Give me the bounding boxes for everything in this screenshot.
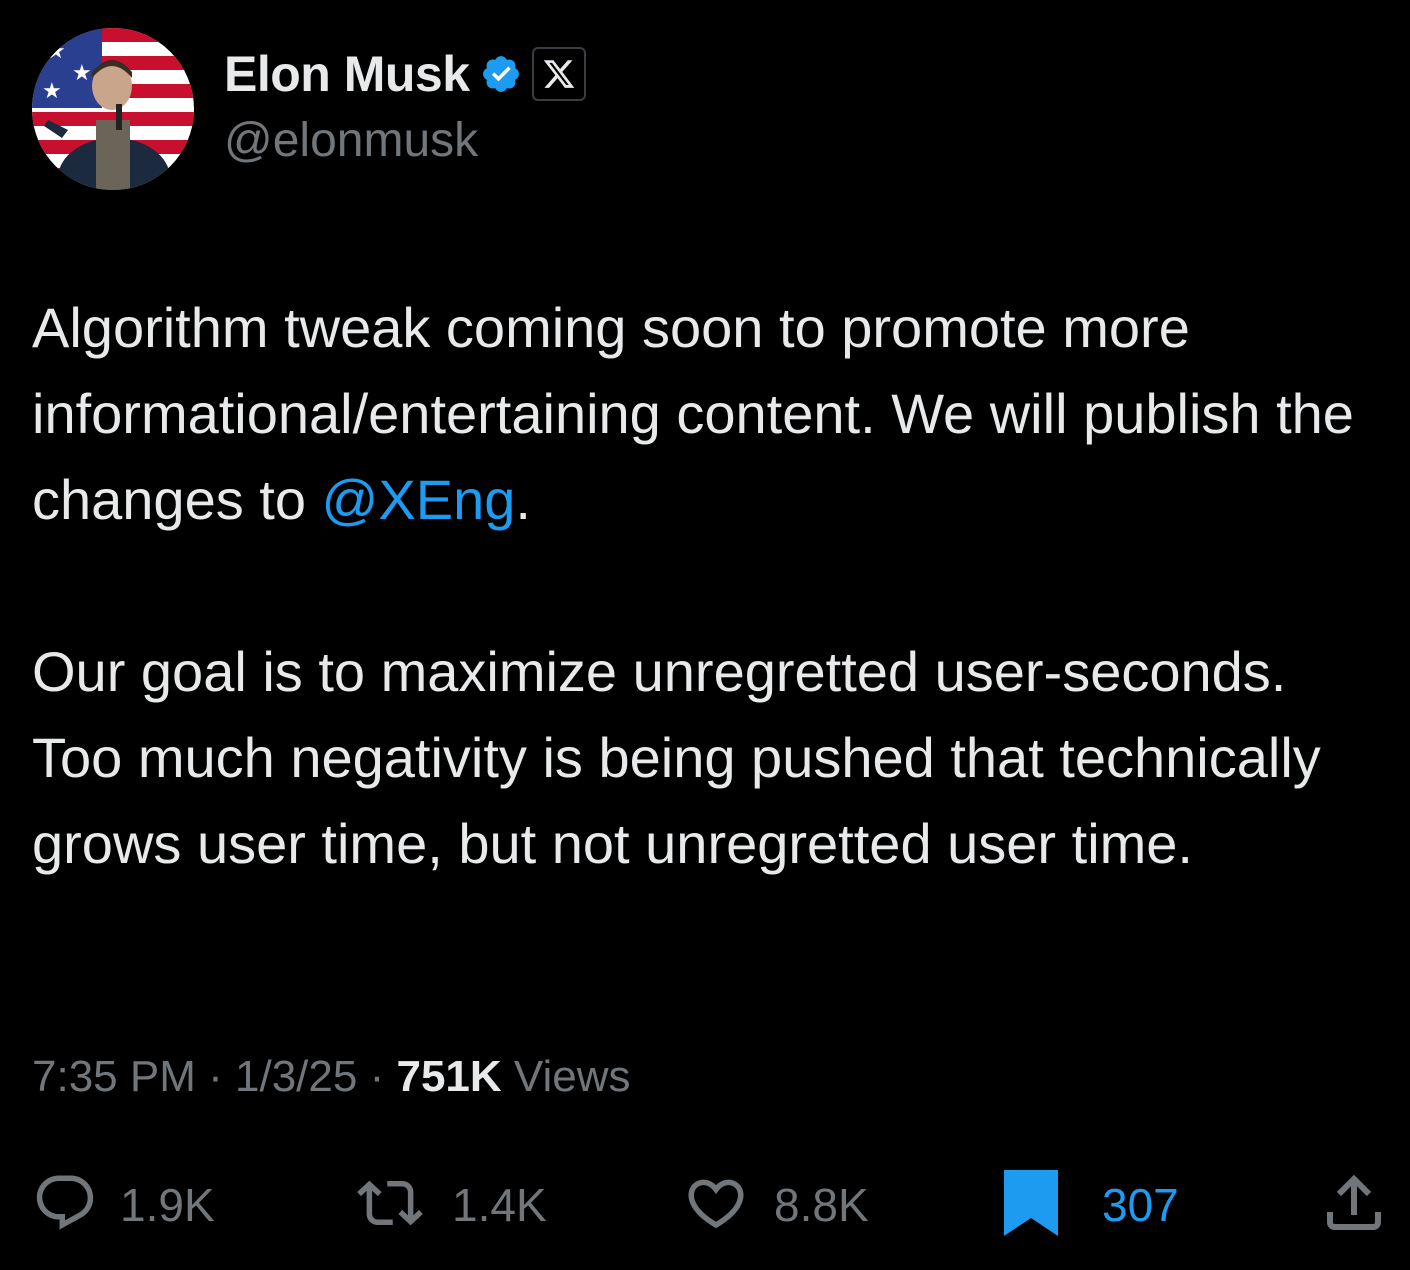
tweet-paragraph-1: Algorithm tweak coming soon to promote m…: [32, 285, 1382, 543]
repost-count: 1.4K: [452, 1179, 547, 1231]
meta-separator: ·: [369, 1052, 385, 1101]
tweet-meta: 7:35 PM · 1/3/25 · 751K Views: [32, 1052, 630, 1102]
action-bar: 1.9K 1.4K 8.8K 307: [0, 1165, 1410, 1245]
like-button[interactable]: 8.8K: [680, 1165, 869, 1245]
author-handle[interactable]: @elonmusk: [224, 113, 586, 168]
bookmark-icon: [1000, 1168, 1062, 1243]
tweet-date[interactable]: 1/3/25: [235, 1052, 357, 1101]
svg-text:★: ★: [72, 61, 92, 86]
name-row: Elon Musk: [224, 39, 586, 109]
views-label: Views: [513, 1052, 631, 1101]
like-count: 8.8K: [774, 1179, 869, 1231]
svg-text:★: ★: [46, 39, 66, 64]
tweet-paragraph-1-end: .: [515, 468, 531, 531]
share-icon: [1318, 1167, 1390, 1244]
tweet-paragraph-1-text: Algorithm tweak coming soon to promote m…: [32, 296, 1354, 531]
bookmark-button[interactable]: 307: [1000, 1165, 1179, 1245]
bookmark-count: 307: [1102, 1179, 1179, 1231]
display-name[interactable]: Elon Musk: [224, 45, 470, 103]
tweet-header: ★ ★ ★ Elon Musk @elonmusk: [32, 28, 586, 190]
repost-icon: [350, 1170, 430, 1241]
reply-count: 1.9K: [120, 1179, 215, 1231]
mention-link[interactable]: @XEng: [322, 468, 516, 531]
avatar[interactable]: ★ ★ ★: [32, 28, 194, 190]
views-count: 751K: [396, 1052, 502, 1101]
x-logo-icon: [531, 46, 586, 101]
svg-text:★: ★: [42, 79, 62, 104]
share-button[interactable]: [1318, 1165, 1390, 1245]
meta-separator: ·: [208, 1052, 223, 1101]
tweet-time[interactable]: 7:35 PM: [32, 1052, 196, 1101]
reply-button[interactable]: 1.9K: [32, 1165, 215, 1245]
tweet-paragraph-2: Our goal is to maximize unregretted user…: [32, 640, 1321, 875]
avatar-image: ★ ★ ★: [32, 28, 194, 190]
reply-icon: [32, 1170, 98, 1241]
repost-button[interactable]: 1.4K: [350, 1165, 547, 1245]
author-identity: Elon Musk @elonmusk: [224, 39, 586, 168]
verified-icon: [480, 53, 522, 95]
tweet-text: Algorithm tweak coming soon to promote m…: [32, 285, 1382, 887]
heart-icon: [680, 1170, 752, 1241]
